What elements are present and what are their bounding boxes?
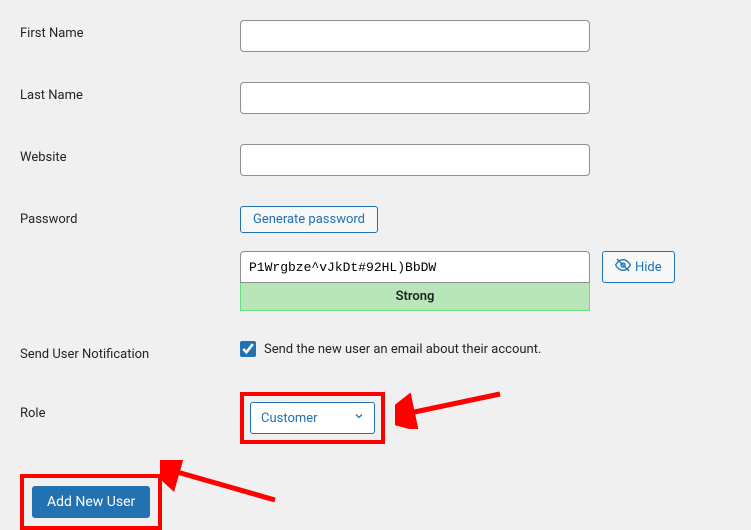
role-select[interactable]: Customer: [250, 402, 375, 434]
hide-password-button[interactable]: Hide: [602, 251, 675, 283]
notification-checkbox-label: Send the new user an email about their a…: [264, 342, 541, 357]
notification-checkbox[interactable]: [240, 341, 256, 357]
website-label: Website: [20, 144, 240, 165]
password-input[interactable]: [240, 251, 590, 283]
notification-checkbox-row[interactable]: Send the new user an email about their a…: [240, 341, 731, 357]
password-label: Password: [20, 206, 240, 227]
annotation-highlight-role: Customer: [240, 392, 385, 444]
annotation-arrow-icon: [160, 460, 280, 505]
last-name-label: Last Name: [20, 82, 240, 103]
website-input[interactable]: [240, 144, 590, 176]
first-name-label: First Name: [20, 20, 240, 41]
add-new-user-button[interactable]: Add New User: [32, 486, 150, 518]
annotation-arrow-icon: [395, 389, 505, 429]
add-user-form: First Name Last Name Website Password Ge…: [20, 20, 731, 530]
role-label: Role: [20, 392, 240, 421]
password-strength-indicator: Strong: [240, 283, 590, 311]
hide-button-label: Hide: [635, 260, 662, 275]
generate-password-button[interactable]: Generate password: [240, 206, 378, 233]
notification-label: Send User Notification: [20, 341, 240, 362]
last-name-input[interactable]: [240, 82, 590, 114]
eye-slash-icon: [615, 257, 631, 277]
first-name-input[interactable]: [240, 20, 590, 52]
